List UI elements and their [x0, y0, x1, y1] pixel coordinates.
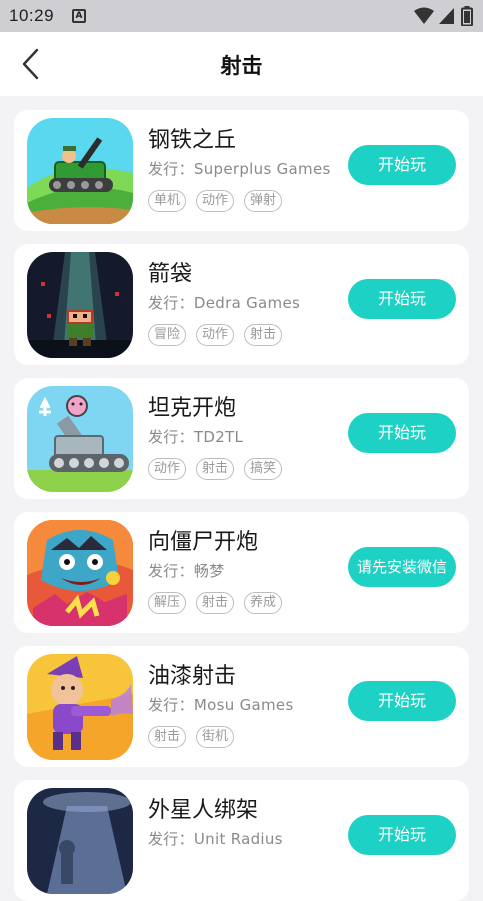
play-button[interactable]: 开始玩	[348, 413, 456, 453]
game-name: 向僵尸开炮	[148, 530, 259, 555]
play-button[interactable]: 开始玩	[348, 145, 456, 185]
game-icon[interactable]	[27, 654, 133, 760]
game-card[interactable]: 油漆射击 发行：Mosu Games 射击 街机 开始玩	[14, 646, 469, 767]
tank-hill-icon	[27, 118, 133, 224]
play-button[interactable]: 开始玩	[348, 279, 456, 319]
tag: 解压	[148, 592, 186, 614]
tag-list: 射击 街机	[148, 726, 234, 748]
tag-list: 冒险 动作 射击	[148, 324, 282, 346]
game-icon[interactable]	[27, 118, 133, 224]
tag: 养成	[244, 592, 282, 614]
game-name: 箭袋	[148, 262, 193, 287]
nav-bar: 射击	[0, 32, 483, 96]
game-icon[interactable]	[27, 386, 133, 492]
status-time: 10:29	[9, 6, 55, 25]
ufo-abduction-icon	[27, 788, 133, 894]
tag-list: 动作 射击 搞笑	[148, 458, 282, 480]
tag: 街机	[196, 726, 234, 748]
tag: 射击	[244, 324, 282, 346]
tag: 弹射	[244, 190, 282, 212]
game-publisher: 发行：Superplus Games	[148, 160, 331, 178]
tag: 搞笑	[244, 458, 282, 480]
game-card[interactable]: 箭袋 发行：Dedra Games 冒险 动作 射击 开始玩	[14, 244, 469, 365]
game-icon[interactable]	[27, 788, 133, 894]
game-publisher: 发行：TD2TL	[148, 428, 244, 446]
game-name: 坦克开炮	[148, 396, 237, 421]
tag: 动作	[196, 324, 234, 346]
game-card[interactable]: 坦克开炮 发行：TD2TL 动作 射击 搞笑 开始玩	[14, 378, 469, 499]
tag: 射击	[196, 592, 234, 614]
paint-shooter-icon	[27, 654, 133, 760]
game-icon[interactable]	[27, 252, 133, 358]
game-publisher: 发行：Mosu Games	[148, 696, 294, 714]
tag: 动作	[148, 458, 186, 480]
game-icon[interactable]	[27, 520, 133, 626]
game-publisher: 发行：畅梦	[148, 562, 225, 580]
tag-list: 解压 射击 养成	[148, 592, 282, 614]
game-name: 油漆射击	[148, 664, 237, 689]
notification-icon: A	[72, 9, 86, 23]
game-publisher: 发行：Unit Radius	[148, 830, 283, 848]
game-card[interactable]: 外星人绑架 发行：Unit Radius 开始玩	[14, 780, 469, 901]
game-name: 钢铁之丘	[148, 128, 237, 153]
game-card[interactable]: 钢铁之丘 发行：Superplus Games 单机 动作 弹射 开始玩	[14, 110, 469, 231]
tag: 射击	[196, 458, 234, 480]
play-button[interactable]: 开始玩	[348, 815, 456, 855]
install-wechat-button[interactable]: 请先安装微信	[348, 547, 456, 587]
play-button[interactable]: 开始玩	[348, 681, 456, 721]
wifi-icon	[414, 7, 434, 24]
pixel-hero-icon	[27, 252, 133, 358]
tag: 射击	[148, 726, 186, 748]
tag: 单机	[148, 190, 186, 212]
tag-list: 单机 动作 弹射	[148, 190, 282, 212]
page-title: 射击	[220, 54, 263, 78]
cannon-tank-icon	[27, 386, 133, 492]
status-bar: 10:29 A	[0, 0, 483, 32]
game-name: 外星人绑架	[148, 798, 259, 823]
tag: 冒险	[148, 324, 186, 346]
cellular-icon	[439, 8, 454, 24]
game-publisher: 发行：Dedra Games	[148, 294, 301, 312]
battery-icon	[461, 6, 473, 26]
zombie-icon	[27, 520, 133, 626]
game-card[interactable]: 向僵尸开炮 发行：畅梦 解压 射击 养成 请先安装微信	[14, 512, 469, 633]
tag: 动作	[196, 190, 234, 212]
